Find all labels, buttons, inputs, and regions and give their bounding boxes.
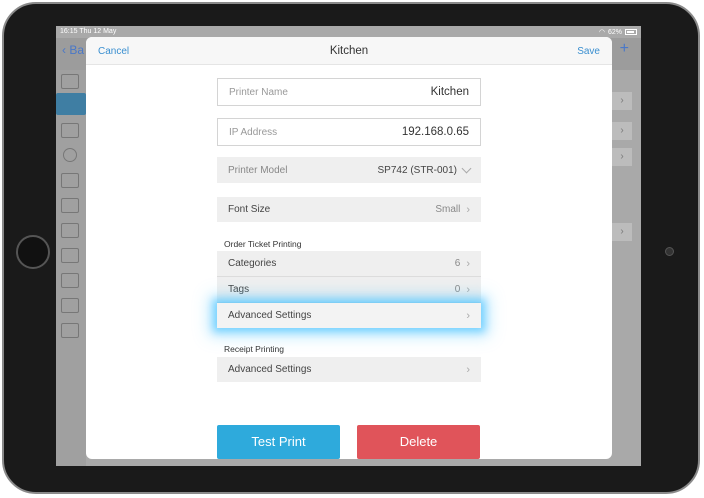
printer-name-label: Printer Name [229,86,288,98]
printer-name-value[interactable]: Kitchen [431,86,469,98]
printer-icon [56,93,86,115]
background-row-chevron-icon: › [612,223,632,241]
chevron-right-icon: › [466,283,470,296]
background-row-chevron-icon: › [612,122,632,140]
discount-icon [63,148,77,162]
monitor-icon [61,298,79,313]
wifi-icon: ◠ [598,29,605,36]
chevron-left-icon: ‹ [62,43,66,57]
clipboard-icon [61,248,79,263]
order-ticket-advanced-settings-row[interactable]: Advanced Settings › [217,303,481,328]
printer-settings-modal: Cancel Kitchen Save Printer Name Kitchen… [86,37,612,459]
categories-label: Categories [228,258,277,269]
ip-address-value[interactable]: 192.168.0.65 [402,126,469,138]
battery-percent: 62% [607,28,622,36]
home-button[interactable] [16,235,50,269]
printer-model-label: Printer Model [228,164,288,176]
background-sidebar [56,70,86,466]
background-back-label: Ba [69,43,85,57]
chevron-down-icon [461,163,472,173]
font-size-row[interactable]: Font Size Small › [217,197,481,222]
delete-button[interactable]: Delete [357,425,480,459]
advanced-settings-label: Advanced Settings [228,310,312,321]
chevron-right-icon: › [466,363,470,376]
battery-icon [625,29,637,35]
background-row-chevron-icon: › [612,92,632,110]
image-icon [61,323,79,338]
modal-title: Kitchen [329,45,369,57]
status-date: Thu 12 May [79,28,117,35]
tags-label: Tags [228,284,250,295]
font-size-value: Small [435,204,461,215]
camera [665,247,674,256]
chevron-right-icon: › [466,309,470,322]
order-ticket-section-title: Order Ticket Printing [224,239,302,249]
test-print-button[interactable]: Test Print [217,425,340,459]
receipt-section-title: Receipt Printing [224,344,285,354]
background-add-button: + [619,40,629,57]
users-icon [61,198,79,213]
background-row-chevron-icon: › [612,148,632,166]
categories-row[interactable]: Categories 6 › [217,251,481,276]
font-size-label: Font Size [228,204,271,215]
chevron-right-icon: › [466,257,470,270]
save-button[interactable]: Save [577,46,600,57]
printer-model-select[interactable]: Printer Model SP742 (STR-001) [217,157,481,183]
status-time: 16:15 [60,28,78,35]
printer-name-field[interactable]: Printer Name Kitchen [217,78,481,106]
box-icon [61,223,79,238]
drawer-icon [61,123,79,138]
tags-count: 0 [454,284,461,295]
receipt-advanced-settings-row[interactable]: Advanced Settings › [217,357,481,382]
background-back-button: ‹ Ba [62,43,84,57]
ip-address-label: IP Address [229,126,278,138]
ip-address-field[interactable]: IP Address 192.168.0.65 [217,118,481,146]
chevron-right-icon: › [466,203,470,216]
diamond-icon [61,173,79,188]
tags-row[interactable]: Tags 0 › [217,277,481,302]
categories-count: 6 [454,258,461,269]
modal-header: Cancel Kitchen Save [86,37,612,65]
advanced-settings-label: Advanced Settings [228,364,312,375]
printer-model-value: SP742 (STR-001) [377,164,457,176]
percent-icon [61,273,79,288]
chart-icon [61,74,79,89]
